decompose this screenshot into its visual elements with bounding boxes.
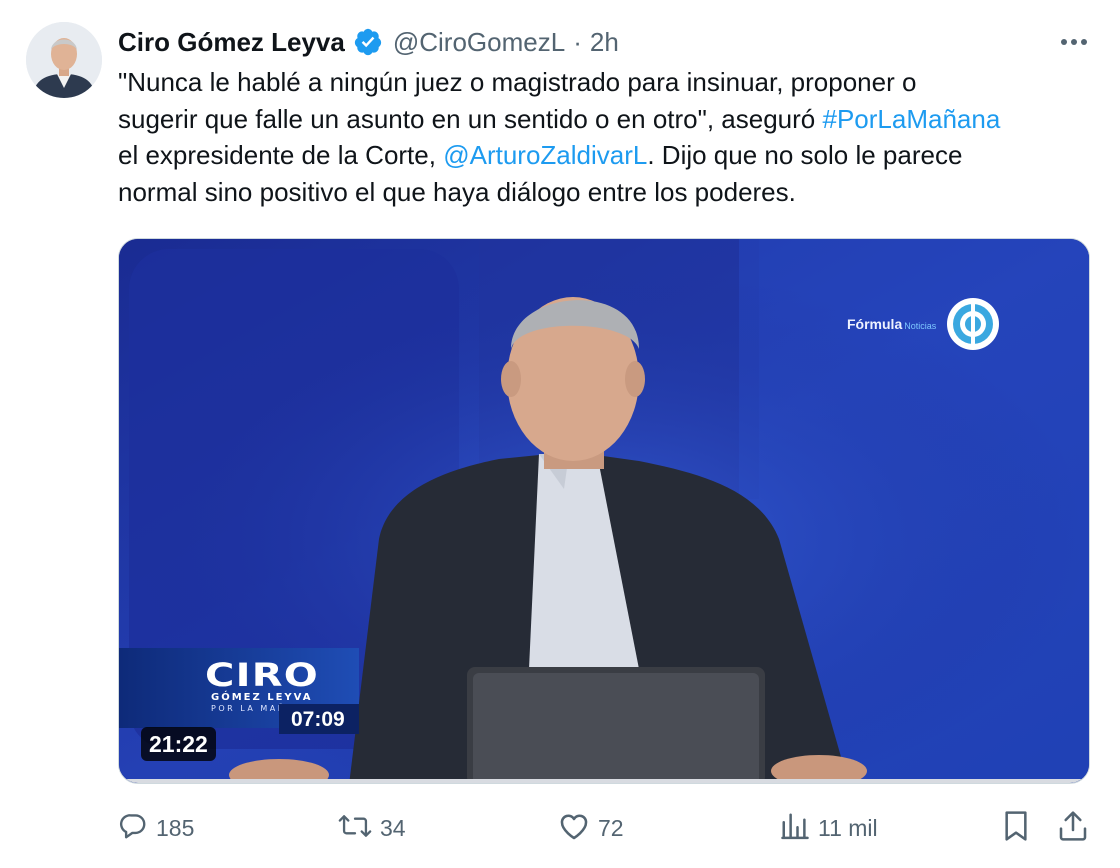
text-segment: sugerir que falle un asunto en un sentid… bbox=[118, 103, 823, 134]
share-icon bbox=[1058, 810, 1088, 847]
mention-link[interactable]: @ArturoZaldivarL bbox=[443, 140, 647, 170]
reply-count: 185 bbox=[156, 814, 195, 841]
author-name[interactable]: Ciro Gómez Leyva bbox=[118, 27, 345, 58]
hashtag-link[interactable]: #PorLaMañana bbox=[823, 104, 1001, 134]
views-button[interactable]: 11 mil bbox=[780, 810, 878, 846]
tweet: Ciro Gómez Leyva @CiroGomezL · 2h "Nunca… bbox=[0, 0, 1120, 868]
text-line-3: el expresidente de la Corte, @ArturoZald… bbox=[118, 137, 1098, 174]
share-button[interactable] bbox=[1058, 810, 1088, 846]
author-handle[interactable]: @CiroGomezL bbox=[393, 27, 565, 58]
view-count: 11 mil bbox=[818, 814, 878, 841]
channel-brand: Fórmula Noticias bbox=[847, 295, 1002, 353]
reply-icon bbox=[118, 811, 148, 846]
text-line-4: normal sino positivo el que haya diálogo… bbox=[118, 176, 796, 207]
bookmark-icon bbox=[1002, 810, 1030, 847]
video-player[interactable]: Fórmula Noticias CIRO GÓMEZ LEYVA POR LA… bbox=[118, 238, 1090, 784]
separator-dot: · bbox=[573, 26, 582, 57]
text-segment: el expresidente de la Corte, bbox=[118, 140, 444, 170]
action-bar: 185 34 72 11 mil bbox=[0, 800, 1120, 856]
text-segment: . Dijo que no solo le parece bbox=[647, 140, 963, 170]
retweet-icon bbox=[338, 811, 372, 846]
tweet-timestamp[interactable]: 2h bbox=[590, 27, 619, 58]
like-count: 72 bbox=[598, 814, 624, 841]
broadcast-clock: 07:09 bbox=[291, 708, 345, 731]
channel-logo-icon bbox=[947, 298, 1000, 350]
verified-badge-icon bbox=[353, 27, 383, 57]
text-line-1: "Nunca le hablé a ningún juez o magistra… bbox=[118, 67, 917, 97]
tweet-header: Ciro Gómez Leyva @CiroGomezL · 2h bbox=[118, 22, 619, 62]
avatar[interactable] bbox=[26, 22, 102, 98]
retweet-count: 34 bbox=[380, 814, 406, 841]
show-subtitle: GÓMEZ LEYVA bbox=[211, 692, 313, 703]
video-duration: 21:22 bbox=[141, 727, 216, 761]
like-button[interactable]: 72 bbox=[558, 810, 624, 846]
tweet-text: "Nunca le hablé a ningún juez o magistra… bbox=[118, 64, 1098, 210]
bookmark-button[interactable] bbox=[1002, 810, 1030, 846]
like-icon bbox=[558, 811, 590, 846]
show-title: CIRO bbox=[205, 656, 320, 694]
retweet-button[interactable]: 34 bbox=[338, 810, 406, 846]
brand-sub: Noticias bbox=[904, 320, 937, 331]
reply-button[interactable]: 185 bbox=[118, 810, 194, 846]
brand-name: Fórmula bbox=[847, 316, 903, 332]
more-icon[interactable] bbox=[1054, 26, 1094, 58]
text-line-2: sugerir que falle un asunto en un sentid… bbox=[118, 101, 1098, 138]
views-icon bbox=[780, 811, 810, 846]
